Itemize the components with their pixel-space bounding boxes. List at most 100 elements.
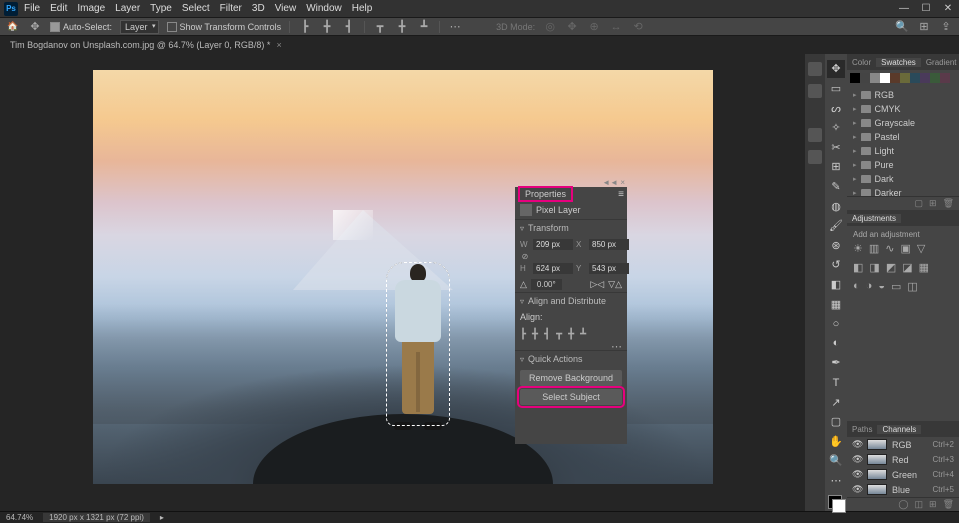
align-vcenter-button[interactable]: ╋ [568,329,574,340]
menu-select[interactable]: Select [182,3,210,14]
heal-tool[interactable]: ◍ [827,197,845,215]
folder-cmyk[interactable]: CMYK [847,102,959,116]
select-subject-button[interactable]: Select Subject [520,389,622,405]
stamp-tool[interactable]: ⊛ [827,236,845,254]
marquee-tool[interactable]: ▭ [827,80,845,98]
eye-icon[interactable]: 👁 [852,469,862,480]
folder-grayscale[interactable]: Grayscale [847,116,959,130]
panel-close-icon[interactable]: × [620,178,625,187]
align-section[interactable]: Align and Distribute [515,292,627,309]
adj-mixer-icon[interactable]: ◪ [902,261,912,274]
menu-3d[interactable]: 3D [252,3,265,14]
collapsed-panel-2[interactable] [808,84,822,98]
swatch-maroon[interactable] [940,73,950,83]
adj-lookup-icon[interactable]: ▦ [919,261,929,274]
panel-menu-icon[interactable]: ≡ [618,189,624,200]
align-hcenter-button[interactable]: ╋ [532,329,538,340]
shape-tool[interactable]: ▢ [827,413,845,431]
adj-threshold-icon[interactable]: ◒ [878,280,885,293]
flip-v-icon[interactable]: ▽△ [608,279,622,290]
swatch-olive[interactable] [900,73,910,83]
adj-vibrance-icon[interactable]: ▽ [917,242,925,255]
doc-info-chevron[interactable]: ▸ [160,513,164,522]
maximize-button[interactable]: ☐ [919,3,933,14]
color-tab[interactable]: Color [847,58,876,67]
eyedropper-tool[interactable]: ✎ [827,178,845,196]
align-left-button[interactable]: ┣ [520,329,526,340]
channel-blue[interactable]: 👁BlueCtrl+5 [847,482,959,497]
adj-hue-icon[interactable]: ◧ [853,261,863,274]
menu-window[interactable]: Window [306,3,342,14]
align-top-button[interactable]: ┳ [556,329,562,340]
crop-tool[interactable]: ✂ [827,138,845,156]
swatches-tab[interactable]: Swatches [876,58,921,67]
type-tool[interactable]: T [827,374,845,392]
adj-curves-icon[interactable]: ∿ [885,242,894,255]
gradient-tab[interactable]: Gradient [921,58,959,67]
menu-view[interactable]: View [275,3,297,14]
new-channel-icon[interactable]: ⊞ [929,499,937,510]
eye-icon[interactable]: 👁 [852,484,862,495]
delete-channel-icon[interactable]: 🗑 [943,499,954,510]
adj-poster-icon[interactable]: ◑ [866,280,873,293]
eraser-tool[interactable]: ◧ [827,276,845,294]
distribute-middle-icon[interactable]: ╋ [395,20,409,34]
swatch-green[interactable] [930,73,940,83]
adj-brightness-icon[interactable]: ☀ [853,242,863,255]
width-field[interactable]: 209 px [533,239,573,250]
channels-tab[interactable]: Channels [877,425,921,434]
adj-bw-icon[interactable]: ◨ [869,261,879,274]
folder-pastel[interactable]: Pastel [847,130,959,144]
doc-info[interactable]: 1920 px x 1321 px (72 ppi) [43,513,150,522]
adj-exposure-icon[interactable]: ▣ [901,242,911,255]
home-button[interactable]: 🏠 [6,20,20,34]
history-brush-tool[interactable]: ↺ [827,256,845,274]
show-transform-checkbox[interactable]: Show Transform Controls [167,22,282,32]
dodge-tool[interactable]: ◐ [827,335,845,353]
search-icon[interactable]: 🔍 [895,20,909,34]
rotation-field[interactable]: 0.00° [531,279,562,290]
folder-dark[interactable]: Dark [847,172,959,186]
align-bottom-button[interactable]: ┻ [580,329,586,340]
frame-tool[interactable]: ⊞ [827,158,845,176]
channel-green[interactable]: 👁GreenCtrl+4 [847,467,959,482]
auto-select-dropdown[interactable]: Layer [120,20,159,34]
folder-light[interactable]: Light [847,144,959,158]
eye-icon[interactable]: 👁 [852,439,862,450]
paths-tab[interactable]: Paths [847,425,877,434]
properties-tab[interactable]: Properties [518,186,573,202]
document-tab[interactable]: Tim Bogdanov on Unsplash.com.jpg @ 64.7%… [4,36,288,54]
menu-type[interactable]: Type [150,3,172,14]
new-swatch-icon[interactable]: ⊞ [929,198,937,209]
edit-toolbar[interactable]: ⋯ [827,472,845,490]
blur-tool[interactable]: ○ [827,315,845,333]
menu-file[interactable]: File [24,3,40,14]
collapsed-panel-1[interactable] [808,62,822,76]
app-logo[interactable]: Ps [4,2,18,16]
path-tool[interactable]: ↗ [827,393,845,411]
close-button[interactable]: ✕ [941,3,955,14]
distribute-top-icon[interactable]: ┳ [373,20,387,34]
eye-icon[interactable]: 👁 [852,454,862,465]
link-icon[interactable]: ⊘ [520,252,530,261]
color-swatch[interactable] [828,495,844,511]
adj-levels-icon[interactable]: ▥ [869,242,879,255]
folder-pure[interactable]: Pure [847,158,959,172]
workspace-icon[interactable]: ⊞ [917,20,931,34]
auto-select-checkbox[interactable]: Auto-Select: [50,22,112,32]
gradient-tool[interactable]: ▦ [827,295,845,313]
distribute-bottom-icon[interactable]: ┻ [417,20,431,34]
height-field[interactable]: 624 px [533,263,573,274]
remove-background-button[interactable]: Remove Background [520,370,622,386]
adj-photofilter-icon[interactable]: ◩ [886,261,896,274]
flip-h-icon[interactable]: ▷◁ [590,279,604,290]
load-selection-icon[interactable]: ◯ [898,499,908,510]
hand-tool[interactable]: ✋ [827,433,845,451]
adj-invert-icon[interactable]: ◐ [853,280,860,293]
align-right-icon[interactable]: ┫ [342,20,356,34]
panel-collapse-icon[interactable]: ◄◄ [602,178,618,187]
swatch-teal[interactable] [910,73,920,83]
menu-filter[interactable]: Filter [220,3,242,14]
align-right-button[interactable]: ┫ [544,329,550,340]
swatch-dkgray[interactable] [860,73,870,83]
